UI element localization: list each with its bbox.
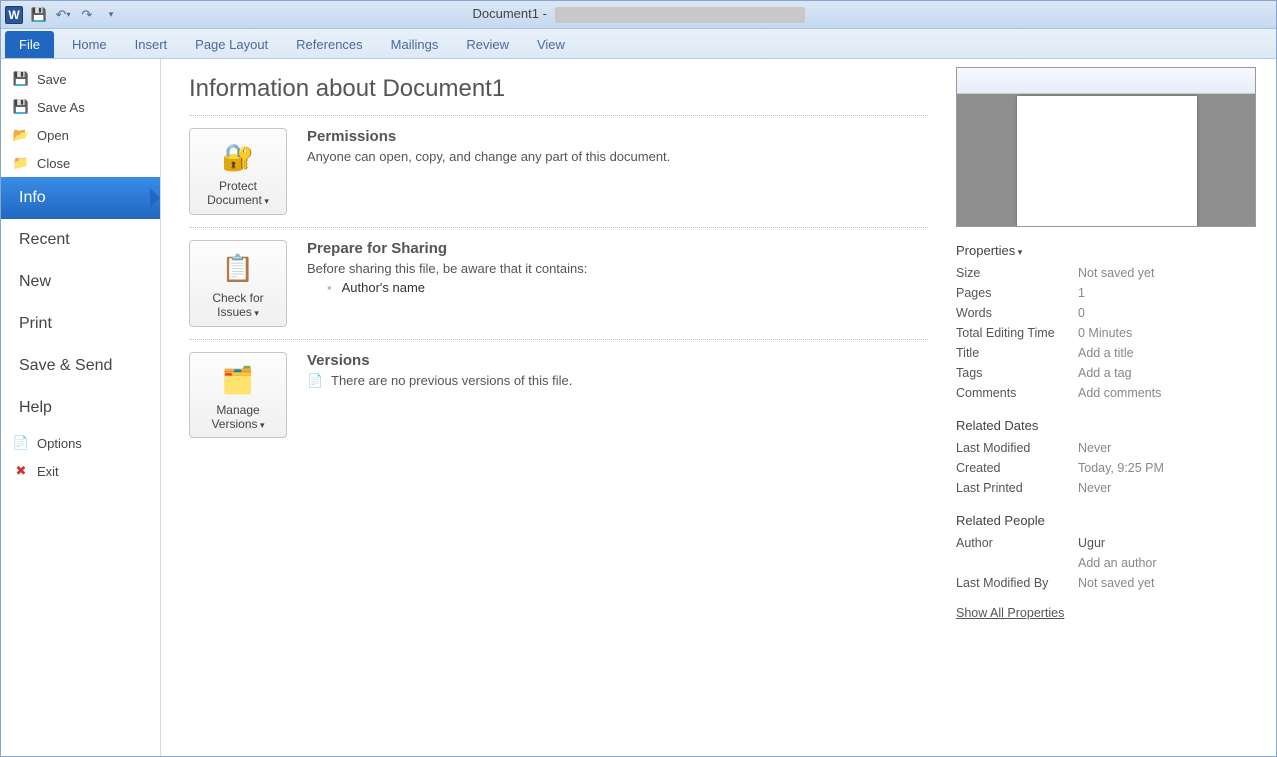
divider — [189, 115, 928, 116]
checklist-icon: 📋 — [220, 251, 256, 287]
nav-print[interactable]: Print — [1, 303, 160, 345]
related-people-heading: Related People — [956, 513, 1260, 528]
prop-author: AuthorUgur — [956, 536, 1260, 550]
section-permissions: 🔐 Protect Document Permissions Anyone ca… — [189, 128, 928, 215]
save-as-icon: 💾 — [13, 99, 29, 115]
quick-access-toolbar: 💾 ↶▾ ↷ ▾ — [29, 5, 121, 25]
title-bar: W 💾 ↶▾ ↷ ▾ Document1 - — [1, 1, 1276, 29]
manage-versions-button[interactable]: 🗂️ Manage Versions — [189, 352, 287, 439]
nav-open[interactable]: 📂Open — [1, 121, 160, 149]
tab-page-layout[interactable]: Page Layout — [181, 31, 282, 58]
section-versions: 🗂️ Manage Versions Versions 📄There are n… — [189, 352, 928, 439]
prepare-desc: Before sharing this file, be aware that … — [307, 261, 928, 276]
backstage-nav: 💾Save 💾Save As 📂Open 📁Close Info Recent … — [1, 59, 161, 756]
info-content: Information about Document1 🔐 Protect Do… — [161, 59, 956, 756]
options-icon: 📄 — [13, 435, 29, 451]
divider — [189, 339, 928, 340]
qat-undo-button[interactable]: ↶▾ — [53, 5, 73, 25]
qat-save-button[interactable]: 💾 — [29, 5, 49, 25]
lock-key-icon: 🔐 — [220, 139, 256, 175]
prop-size: SizeNot saved yet — [956, 266, 1260, 280]
page-title: Information about Document1 — [189, 75, 928, 103]
nav-save-as[interactable]: 💾Save As — [1, 93, 160, 121]
redo-icon: ↷ — [82, 7, 93, 23]
nav-new[interactable]: New — [1, 261, 160, 303]
nav-recent[interactable]: Recent — [1, 219, 160, 261]
ribbon-tabs: File Home Insert Page Layout References … — [1, 29, 1276, 59]
prop-modified-by: Last Modified ByNot saved yet — [956, 576, 1260, 590]
prop-editing-time: Total Editing Time0 Minutes — [956, 326, 1260, 340]
tab-file[interactable]: File — [5, 31, 54, 58]
qat-customize-button[interactable]: ▾ — [101, 5, 121, 25]
properties-panel: Properties SizeNot saved yet Pages1 Word… — [956, 59, 1276, 756]
tab-insert[interactable]: Insert — [121, 31, 182, 58]
prop-pages: Pages1 — [956, 286, 1260, 300]
tab-review[interactable]: Review — [452, 31, 523, 58]
exit-icon: ✖ — [13, 463, 29, 479]
document-icon: 📄 — [307, 373, 323, 389]
versions-icon: 🗂️ — [220, 363, 256, 399]
word-app-icon[interactable]: W — [5, 6, 23, 24]
close-folder-icon: 📁 — [13, 155, 29, 171]
prop-created: CreatedToday, 9:25 PM — [956, 461, 1260, 475]
tab-mailings[interactable]: Mailings — [377, 31, 453, 58]
permissions-heading: Permissions — [307, 128, 928, 145]
document-thumbnail[interactable] — [956, 67, 1256, 227]
related-dates-heading: Related Dates — [956, 418, 1260, 433]
save-icon: 💾 — [13, 71, 29, 87]
qat-redo-button[interactable]: ↷ — [77, 5, 97, 25]
nav-close[interactable]: 📁Close — [1, 149, 160, 177]
nav-exit[interactable]: ✖Exit — [1, 457, 160, 485]
divider — [189, 227, 928, 228]
prop-last-modified: Last ModifiedNever — [956, 441, 1260, 455]
prop-comments[interactable]: CommentsAdd comments — [956, 386, 1260, 400]
tab-references[interactable]: References — [282, 31, 376, 58]
prop-title[interactable]: TitleAdd a title — [956, 346, 1260, 360]
prop-tags[interactable]: TagsAdd a tag — [956, 366, 1260, 380]
nav-save-send[interactable]: Save & Send — [1, 345, 160, 387]
show-all-properties-link[interactable]: Show All Properties — [956, 606, 1064, 620]
prop-add-author[interactable]: Add an author — [956, 556, 1260, 570]
tab-view[interactable]: View — [523, 31, 579, 58]
title-suffix-blurred — [555, 7, 805, 23]
nav-info[interactable]: Info — [1, 177, 160, 219]
prop-words: Words0 — [956, 306, 1260, 320]
protect-document-button[interactable]: 🔐 Protect Document — [189, 128, 287, 215]
check-for-issues-button[interactable]: 📋 Check for Issues — [189, 240, 287, 327]
versions-desc: 📄There are no previous versions of this … — [307, 373, 928, 390]
section-prepare: 📋 Check for Issues Prepare for Sharing B… — [189, 240, 928, 327]
prop-last-printed: Last PrintedNever — [956, 481, 1260, 495]
save-icon: 💾 — [31, 7, 47, 23]
prepare-item: Author's name — [327, 280, 928, 295]
chevron-down-icon: ▾ — [109, 9, 114, 20]
nav-options[interactable]: 📄Options — [1, 429, 160, 457]
tab-home[interactable]: Home — [58, 31, 121, 58]
permissions-desc: Anyone can open, copy, and change any pa… — [307, 149, 928, 164]
nav-save[interactable]: 💾Save — [1, 65, 160, 93]
folder-open-icon: 📂 — [13, 127, 29, 143]
window-title: Document1 - — [472, 6, 804, 23]
versions-heading: Versions — [307, 352, 928, 369]
properties-dropdown[interactable]: Properties — [956, 243, 1260, 258]
nav-help[interactable]: Help — [1, 387, 160, 429]
prepare-heading: Prepare for Sharing — [307, 240, 928, 257]
undo-icon: ↶ — [56, 7, 67, 23]
